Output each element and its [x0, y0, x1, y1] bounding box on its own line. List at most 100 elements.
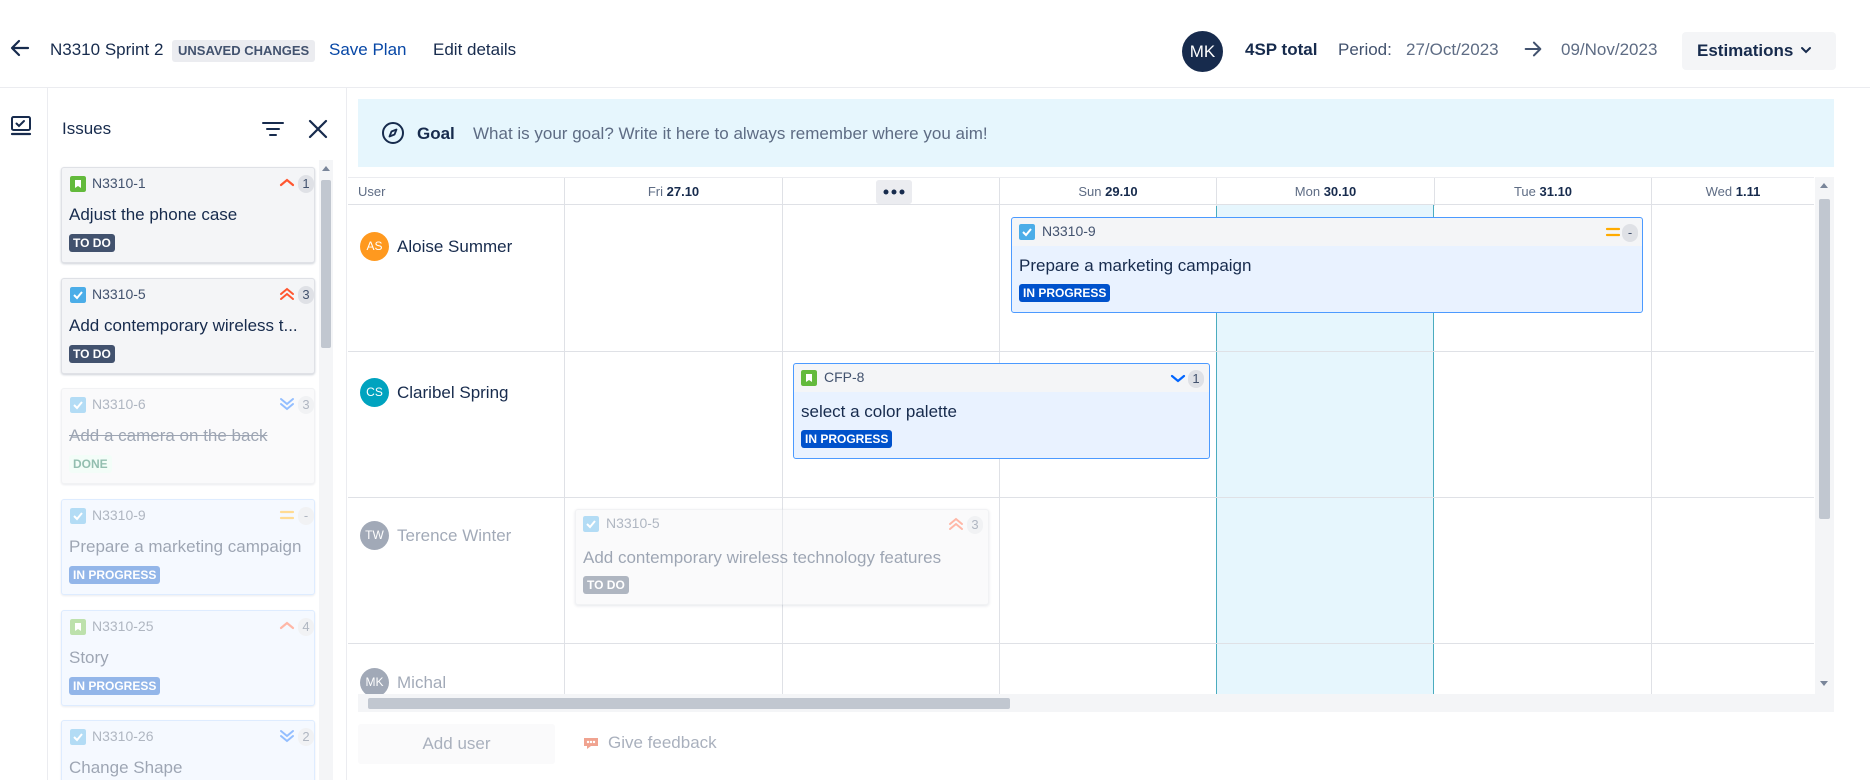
priority-low-icon — [1170, 374, 1186, 383]
avatar: CS — [360, 378, 389, 407]
planning-grid: User Fri 27.10 Sun 29.10 Mon 30.10 Tue 3… — [348, 177, 1814, 694]
grid-vertical-scrollbar[interactable] — [1815, 177, 1834, 694]
grid-divider — [782, 205, 783, 694]
issue-summary: Story — [69, 648, 109, 667]
issues-scrollbar[interactable] — [319, 160, 333, 780]
plan-name: N3310 Sprint 2 — [50, 40, 164, 59]
task-bar[interactable]: CFP-8 1 select a color palette IN PROGRE… — [793, 363, 1210, 459]
story-points-badge: - — [1622, 224, 1638, 242]
issue-summary: Prepare a marketing campaign — [69, 537, 302, 556]
user-name: Terence Winter — [397, 526, 512, 545]
compass-icon — [382, 122, 404, 144]
period-label: Period: — [1338, 40, 1392, 59]
grid-header: User Fri 27.10 Sun 29.10 Mon 30.10 Tue 3… — [348, 177, 1814, 206]
story-icon — [801, 370, 817, 386]
filter-icon[interactable] — [260, 116, 286, 142]
scroll-up-arrow-icon[interactable] — [1820, 183, 1828, 188]
day-column-header: Sun 29.10 — [999, 178, 1216, 206]
add-user-button[interactable]: Add user — [358, 724, 555, 764]
status-badge: DONE — [69, 455, 112, 473]
more-options-icon[interactable] — [876, 180, 912, 204]
story-points-badge: 4 — [298, 618, 314, 636]
user-name: Michal — [397, 673, 447, 692]
estimations-dropdown[interactable]: Estimations — [1682, 32, 1836, 70]
priority-highest-icon — [280, 287, 294, 300]
task-bar[interactable]: N3310-5 3 Add contemporary wireless tech… — [575, 509, 989, 605]
grid-divider — [564, 205, 565, 694]
issue-key: N3310-5 — [92, 286, 146, 302]
story-points-total: 4SP total — [1245, 40, 1318, 59]
status-badge: TO DO — [69, 234, 115, 252]
scrollbar-thumb[interactable] — [368, 698, 1010, 709]
user-name: Claribel Spring — [397, 383, 509, 402]
day-column-header: Fri 27.10 — [564, 178, 782, 206]
arrow-right-icon — [1524, 41, 1542, 57]
scrollbar-thumb[interactable] — [321, 180, 331, 348]
task-icon — [70, 397, 86, 413]
priority-high-icon — [279, 178, 295, 187]
priority-highest-icon — [949, 517, 963, 530]
issue-summary: Add contemporary wireless t... — [69, 316, 298, 335]
goal-input[interactable]: What is your goal? Write it here to alwa… — [473, 124, 988, 144]
avatar: TW — [360, 521, 389, 550]
issue-key: N3310-1 — [92, 175, 146, 191]
issue-card[interactable]: N3310-5 3 Add contemporary wireless t...… — [61, 278, 315, 374]
issue-card[interactable]: N3310-25 4 Story IN PROGRESS — [61, 610, 315, 706]
save-plan-button[interactable]: Save Plan — [329, 40, 407, 60]
grid-divider — [1651, 205, 1652, 694]
status-badge: IN PROGRESS — [69, 566, 161, 584]
goal-label: Goal — [417, 124, 455, 143]
day-column-header: Tue 31.10 — [1434, 178, 1651, 206]
scroll-down-arrow-icon[interactable] — [1820, 681, 1828, 686]
megaphone-icon — [584, 738, 598, 749]
period-end-date[interactable]: 09/Nov/2023 — [1561, 40, 1657, 60]
issue-card[interactable]: N3310-26 2 Change Shape — [61, 720, 315, 780]
user-avatar[interactable]: MK — [1182, 31, 1223, 72]
task-icon — [1019, 224, 1035, 240]
close-icon[interactable] — [305, 116, 331, 142]
task-summary: select a color palette — [801, 402, 957, 421]
status-badge: IN PROGRESS — [69, 677, 161, 695]
priority-medium-icon — [1605, 227, 1621, 237]
issue-card[interactable]: N3310-1 1 Adjust the phone case TO DO — [61, 167, 315, 263]
board-icon[interactable] — [9, 114, 33, 138]
issue-card[interactable]: N3310-9 - Prepare a marketing campaign I… — [61, 499, 315, 595]
avatar: MK — [360, 668, 389, 694]
issue-summary: Add a camera on the back — [69, 426, 268, 445]
task-icon — [70, 729, 86, 745]
status-badge: TO DO — [69, 345, 115, 363]
issue-key: N3310-9 — [1042, 223, 1096, 239]
task-bar-header — [1012, 218, 1642, 246]
user-name: Aloise Summer — [397, 237, 513, 256]
story-points-badge: 3 — [298, 396, 314, 414]
task-icon — [583, 516, 599, 532]
user-column-header: User — [358, 184, 386, 199]
story-points-badge: 2 — [298, 728, 314, 746]
issue-key: N3310-5 — [606, 515, 660, 531]
goal-bar[interactable]: Goal What is your goal? Write it here to… — [358, 99, 1834, 167]
chevron-down-icon — [1801, 47, 1811, 54]
story-icon — [70, 176, 86, 192]
estimations-label: Estimations — [1697, 41, 1794, 60]
task-bar[interactable]: N3310-9 - Prepare a marketing campaign I… — [1011, 217, 1643, 313]
scrollbar-thumb[interactable] — [1819, 199, 1830, 519]
issue-card[interactable]: N3310-6 3 Add a camera on the back DONE — [61, 388, 315, 484]
top-bar: N3310 Sprint 2 UNSAVED CHANGES Save Plan… — [0, 0, 1870, 88]
issue-key: N3310-25 — [92, 618, 154, 634]
period-start-date[interactable]: 27/Oct/2023 — [1406, 40, 1499, 60]
task-summary: Add contemporary wireless technology fea… — [583, 548, 942, 567]
row-divider — [348, 497, 1814, 498]
scroll-up-arrow-icon[interactable] — [322, 166, 330, 171]
back-arrow-icon[interactable] — [8, 36, 32, 60]
story-points-badge: - — [298, 507, 314, 525]
grid-horizontal-scrollbar[interactable] — [358, 694, 1834, 712]
issue-summary: Adjust the phone case — [69, 205, 238, 224]
day-column-header: Wed 1.11 — [1651, 178, 1814, 206]
status-badge: TO DO — [583, 576, 629, 594]
day-column-header: Mon 30.10 — [1216, 178, 1434, 206]
issues-panel: Issues N3310-1 1 Adjust the phone case T… — [49, 88, 347, 780]
edit-details-button[interactable]: Edit details — [433, 40, 516, 60]
status-badge: IN PROGRESS — [1019, 284, 1111, 302]
task-summary: Prepare a marketing campaign — [1019, 256, 1252, 275]
task-icon — [70, 508, 86, 524]
